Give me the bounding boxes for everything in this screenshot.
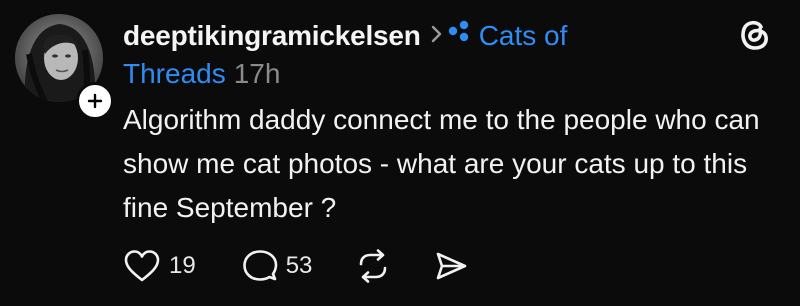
chevron-right-icon <box>431 15 443 53</box>
reply-count: 53 <box>285 252 313 279</box>
plus-icon <box>87 93 103 109</box>
community-dots-icon <box>447 14 473 52</box>
post-header: deeptikingramickelsen Cats of Threads 17h <box>123 14 723 93</box>
like-count: 19 <box>169 252 196 279</box>
threads-logo-icon[interactable] <box>734 14 774 54</box>
share-button[interactable] <box>434 250 468 282</box>
post-body: Algorithm daddy connect me to the people… <box>123 104 760 223</box>
like-button[interactable]: 19 <box>123 249 196 283</box>
reply-button[interactable]: 53 <box>242 249 313 283</box>
comment-bubble-icon <box>242 250 278 281</box>
post-actions: 19 53 <box>123 246 468 286</box>
author-username[interactable]: deeptikingramickelsen <box>123 20 421 51</box>
post-timestamp: 17h <box>233 58 281 89</box>
repost-icon <box>360 249 387 283</box>
thread-post: deeptikingramickelsen Cats of Threads 17h … <box>0 0 800 306</box>
follow-button[interactable] <box>76 82 114 120</box>
send-icon <box>437 252 467 280</box>
repost-button[interactable] <box>356 249 390 283</box>
heart-icon <box>124 250 160 282</box>
